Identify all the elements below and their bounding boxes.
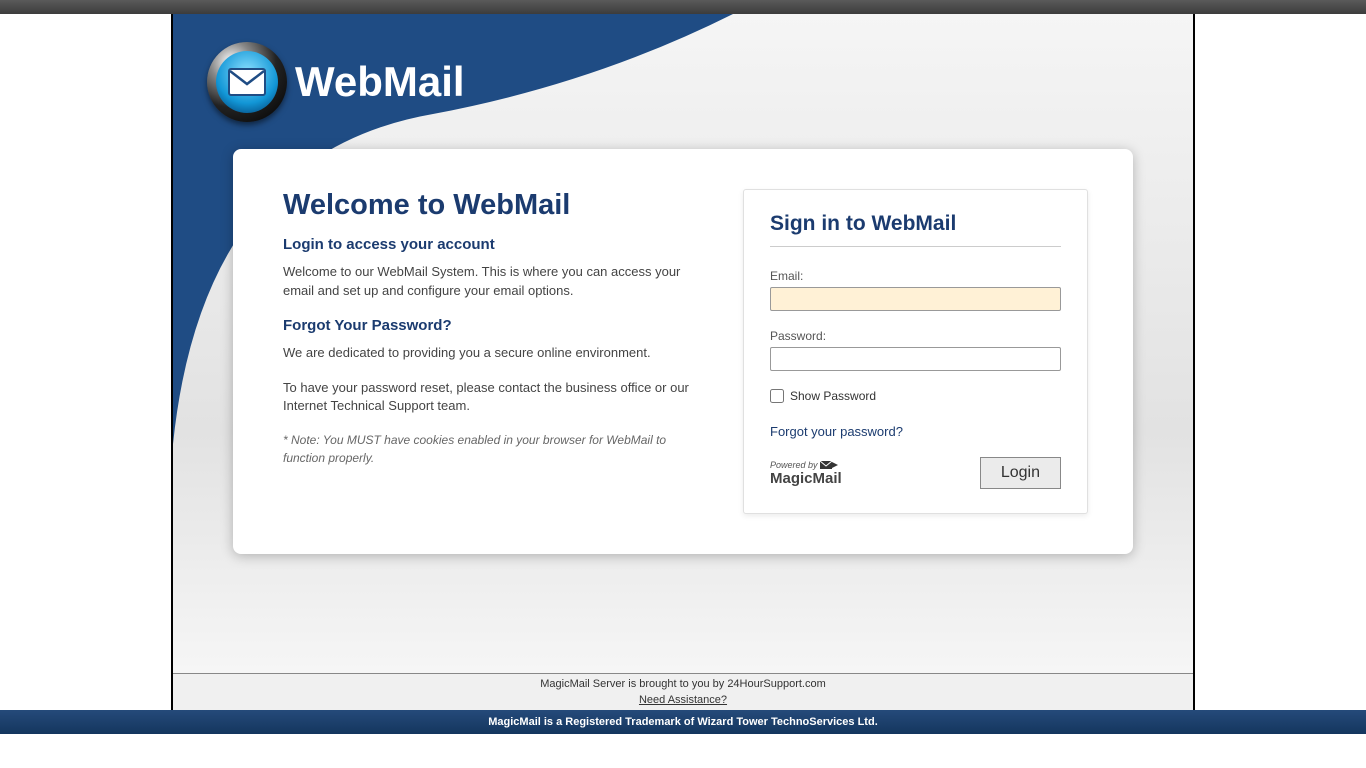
footer-light: MagicMail Server is brought to you by 24… (173, 673, 1193, 710)
forgot-heading: Forgot Your Password? (283, 317, 703, 334)
logo: WebMail (207, 42, 465, 122)
page-title: Welcome to WebMail (283, 189, 703, 222)
top-bar (0, 0, 1366, 14)
header: WebMail (173, 14, 1193, 134)
envelope-icon (228, 68, 266, 96)
logo-text: WebMail (295, 58, 465, 106)
email-field[interactable] (770, 287, 1061, 311)
footer-dark: MagicMail is a Registered Trademark of W… (0, 710, 1366, 734)
login-button[interactable]: Login (980, 457, 1061, 489)
forgot-text-2: To have your password reset, please cont… (283, 379, 703, 417)
forgot-password-link[interactable]: Forgot your password? (770, 424, 903, 439)
login-title: Sign in to WebMail (770, 212, 1061, 247)
main-panel: Welcome to WebMail Login to access your … (233, 149, 1133, 554)
powered-by: Powered by MagicMail (770, 461, 842, 486)
forgot-text-1: We are dedicated to providing you a secu… (283, 344, 703, 363)
show-password-label: Show Password (790, 389, 876, 403)
need-assistance-link[interactable]: Need Assistance? (639, 694, 727, 706)
logo-icon (207, 42, 287, 122)
login-column: Sign in to WebMail Email: Password: Show… (743, 189, 1088, 514)
app-container: WebMail Welcome to WebMail Login to acce… (171, 14, 1195, 710)
password-field[interactable] (770, 347, 1061, 371)
login-box: Sign in to WebMail Email: Password: Show… (743, 189, 1088, 514)
login-subtitle: Login to access your account (283, 236, 703, 253)
show-password-row: Show Password (770, 389, 1061, 403)
show-password-checkbox[interactable] (770, 389, 784, 403)
login-footer: Powered by MagicMail Login (770, 457, 1061, 489)
trademark-text: MagicMail is a Registered Trademark of W… (488, 716, 878, 728)
intro-text: Welcome to our WebMail System. This is w… (283, 263, 703, 301)
envelope-small-icon (820, 461, 838, 469)
footer-brought: MagicMail Server is brought to you by 24… (173, 678, 1193, 690)
welcome-column: Welcome to WebMail Login to access your … (283, 189, 703, 514)
password-label: Password: (770, 329, 1061, 343)
cookie-note: * Note: You MUST have cookies enabled in… (283, 432, 703, 467)
email-label: Email: (770, 269, 1061, 283)
